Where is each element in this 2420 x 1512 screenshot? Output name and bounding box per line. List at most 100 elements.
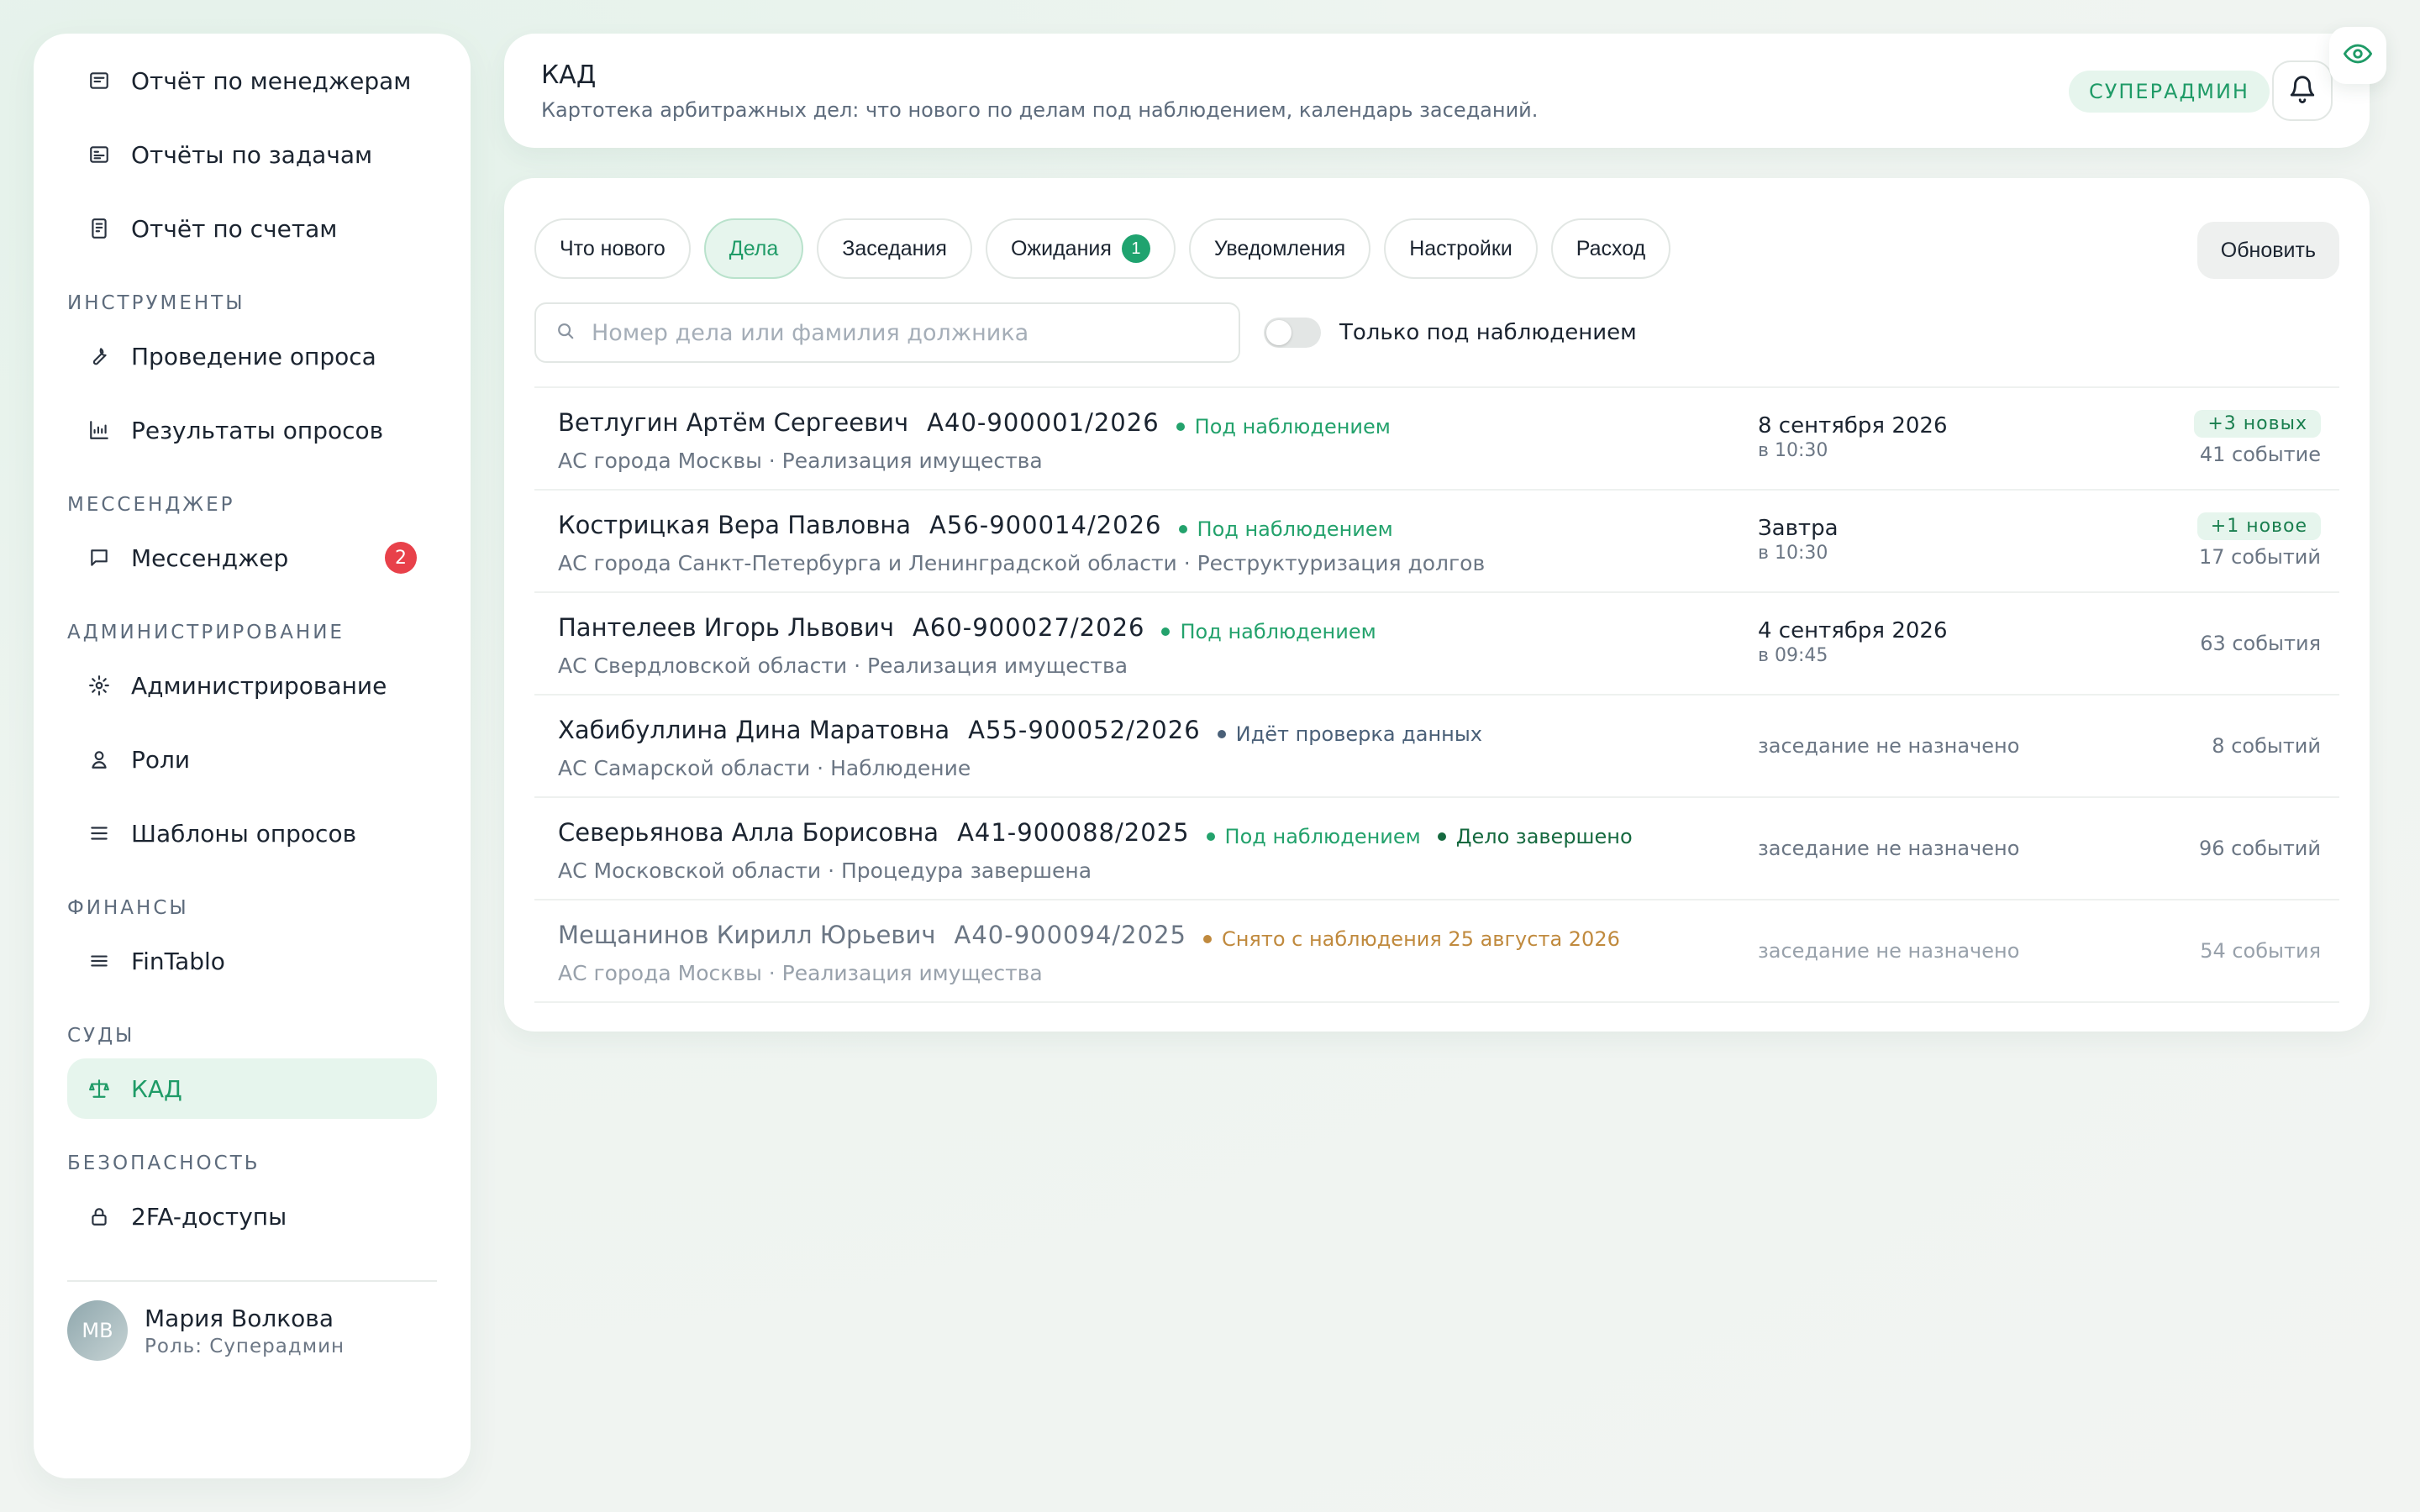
case-number[interactable]: А41-900088/2025 (957, 818, 1189, 847)
sidebar-item[interactable]: Отчёт по счетам (67, 198, 437, 259)
table-row[interactable]: Кострицкая Вера Павловна А56-900014/2026 П… (534, 491, 2339, 593)
sidebar-item[interactable]: Проведение опроса (67, 326, 437, 386)
hearing-time: в 10:30 (1758, 543, 1828, 564)
sidebar-item-label: Результаты опросов (131, 416, 384, 444)
debtor-name[interactable]: Хабибуллина Дина Маратовна (558, 716, 950, 744)
sidebar-item-label: Проведение опроса (131, 342, 376, 370)
table-row[interactable]: Хабибуллина Дина Маратовна А55-900052/202… (534, 696, 2339, 798)
row-headline: Ветлугин Артём Сергеевич А40-900001/2026 П… (558, 408, 2316, 438)
sidebar-top-group: Отчёт по менеджерам Отчёты по задачам Отчё… (67, 50, 437, 259)
debtor-name[interactable]: Северьянова Алла Борисовна (558, 818, 939, 847)
court-info: АС Свердловской области · Реализация иму… (558, 654, 1128, 678)
events-count: 54 события (2200, 939, 2321, 963)
case-number[interactable]: А40-900001/2026 (927, 408, 1159, 437)
cases-list: Ветлугин Артём Сергеевич А40-900001/2026 П… (534, 386, 2339, 1003)
status-text: Под наблюдением (1224, 825, 1421, 848)
refresh-button[interactable]: Обновить (2196, 222, 2339, 279)
chart-icon (87, 418, 111, 442)
sidebar-item[interactable]: Отчёт по менеджерам (67, 50, 437, 111)
tab[interactable]: Ожидания 1 (985, 218, 1176, 279)
status-text: Идёт проверка данных (1235, 722, 1482, 746)
sidebar-item[interactable]: Результаты опросов (67, 400, 437, 460)
debtor-name[interactable]: Ветлугин Артём Сергеевич (558, 408, 908, 437)
tasks-report-icon (87, 143, 111, 166)
debtor-name[interactable]: Пантелеев Игорь Львович (558, 613, 894, 642)
status-text: Под наблюдением (1180, 620, 1376, 643)
sidebar-item[interactable]: Мессенджер 2 (67, 528, 437, 588)
search-input[interactable] (592, 319, 1218, 346)
status-badge: Под наблюдением (1176, 415, 1391, 438)
tab[interactable]: Заседания (817, 218, 972, 279)
table-row[interactable]: Мещанинов Кирилл Юрьевич А40-900094/2025 С… (534, 900, 2339, 1003)
sidebar-item[interactable]: Администрирование (67, 655, 437, 716)
debtor-name[interactable]: Кострицкая Вера Павловна (558, 511, 911, 539)
status-dot-icon (1176, 423, 1185, 431)
events-count: 63 события (2200, 632, 2321, 655)
unread-badge: 2 (385, 542, 417, 574)
row-headline: Кострицкая Вера Павловна А56-900014/2026 П… (558, 511, 2316, 541)
cases-panel: Что нового Дела Заседания Ожидания 1 Уведомле… (504, 178, 2370, 1032)
tab[interactable]: Настройки (1384, 218, 1538, 279)
gear-icon (87, 674, 111, 697)
sidebar-item-label: 2FA-доступы (131, 1202, 287, 1231)
sidebar-item[interactable]: FinTablo (67, 931, 437, 991)
tab[interactable]: Расход (1550, 218, 1671, 279)
case-number[interactable]: А55-900052/2026 (968, 716, 1200, 744)
tab[interactable]: Дела (703, 218, 804, 279)
new-events-badge: +3 новых (2194, 410, 2321, 438)
search-box[interactable] (534, 302, 1240, 363)
tab-label: Что нового (560, 236, 666, 260)
tab-label: Настройки (1409, 236, 1512, 260)
status-badge: Под наблюдением (1178, 517, 1393, 541)
row-headline: Пантелеев Игорь Львович А60-900027/2026 По… (558, 613, 2316, 643)
status-text: Снято с наблюдения 25 августа 2026 (1221, 927, 1620, 951)
report-icon (87, 69, 111, 92)
events-info: +1 новое 17 событий (2196, 512, 2321, 569)
sidebar-item[interactable]: Шаблоны опросов (67, 803, 437, 864)
bell-icon (2288, 73, 2317, 108)
sidebar-item[interactable]: КАД (67, 1058, 437, 1119)
hearing-not-scheduled: заседание не назначено (1758, 734, 2020, 758)
user-profile[interactable]: МВ Мария Волкова Роль: Суперадмин (67, 1282, 437, 1361)
tab[interactable]: Что нового (534, 218, 691, 279)
sidebar-item[interactable]: 2FA-доступы (67, 1186, 437, 1247)
user-info: Мария Волкова Роль: Суперадмин (145, 1305, 345, 1357)
court-info: АС Московской области · Процедура заверш… (558, 858, 1092, 883)
events-count: 96 событий (2199, 837, 2321, 860)
sidebar-sections: ИНСТРУМЕНТЫ Проведение опроса Результаты о… (67, 292, 437, 1247)
table-row[interactable]: Северьянова Алла Борисовна А41-900088/202… (534, 798, 2339, 900)
debtor-name[interactable]: Мещанинов Кирилл Юрьевич (558, 921, 935, 949)
wrench-icon (87, 344, 111, 368)
hearing-date: 8 сентября 2026 (1758, 413, 1948, 438)
page-subtitle: Картотека арбитражных дел: что нового по… (541, 98, 1539, 122)
tab-bar: Что нового Дела Заседания Ожидания 1 Уведомле… (534, 218, 2339, 279)
notifications-button[interactable] (2272, 60, 2333, 121)
hearing-date: 4 сентября 2026 (1758, 618, 1948, 643)
watched-only-toggle[interactable] (1264, 318, 1321, 348)
case-number[interactable]: А60-900027/2026 (913, 613, 1144, 642)
menu-icon (87, 949, 111, 973)
row-headline: Хабибуллина Дина Маратовна А55-900052/202… (558, 716, 2316, 746)
status-badge: Снято с наблюдения 25 августа 2026 (1202, 927, 1620, 951)
watched-only-label: Только под наблюдением (1339, 320, 1637, 345)
lock-icon (87, 1205, 111, 1228)
table-row[interactable]: Ветлугин Артём Сергеевич А40-900001/2026 П… (534, 388, 2339, 491)
chat-icon (87, 546, 111, 570)
court-info: АС Самарской области · Наблюдение (558, 756, 971, 780)
role-badge: СУПЕРАДМИН (2069, 71, 2270, 113)
sidebar-item[interactable]: Роли (67, 729, 437, 790)
user-name: Мария Волкова (145, 1304, 334, 1332)
case-number[interactable]: А56-900014/2026 (929, 511, 1161, 539)
sidebar-section-title: СУДЫ (67, 1025, 135, 1047)
table-row[interactable]: Пантелеев Игорь Львович А60-900027/2026 По… (534, 593, 2339, 696)
court-info: АС города Москвы · Реализация имущества (558, 961, 1043, 985)
status-text: Под наблюдением (1197, 517, 1393, 541)
view-toggle-button[interactable] (2329, 27, 2386, 84)
sidebar-item[interactable]: Отчёты по задачам (67, 124, 437, 185)
tab[interactable]: Уведомления (1188, 218, 1371, 279)
court-info: АС города Санкт-Петербурга и Ленинградск… (558, 551, 1486, 575)
case-number[interactable]: А40-900094/2025 (954, 921, 1186, 949)
sidebar-section-title: ФИНАНСЫ (67, 897, 189, 919)
sidebar-item-label: Шаблоны опросов (131, 819, 357, 848)
sidebar-item-label: КАД (131, 1074, 182, 1103)
